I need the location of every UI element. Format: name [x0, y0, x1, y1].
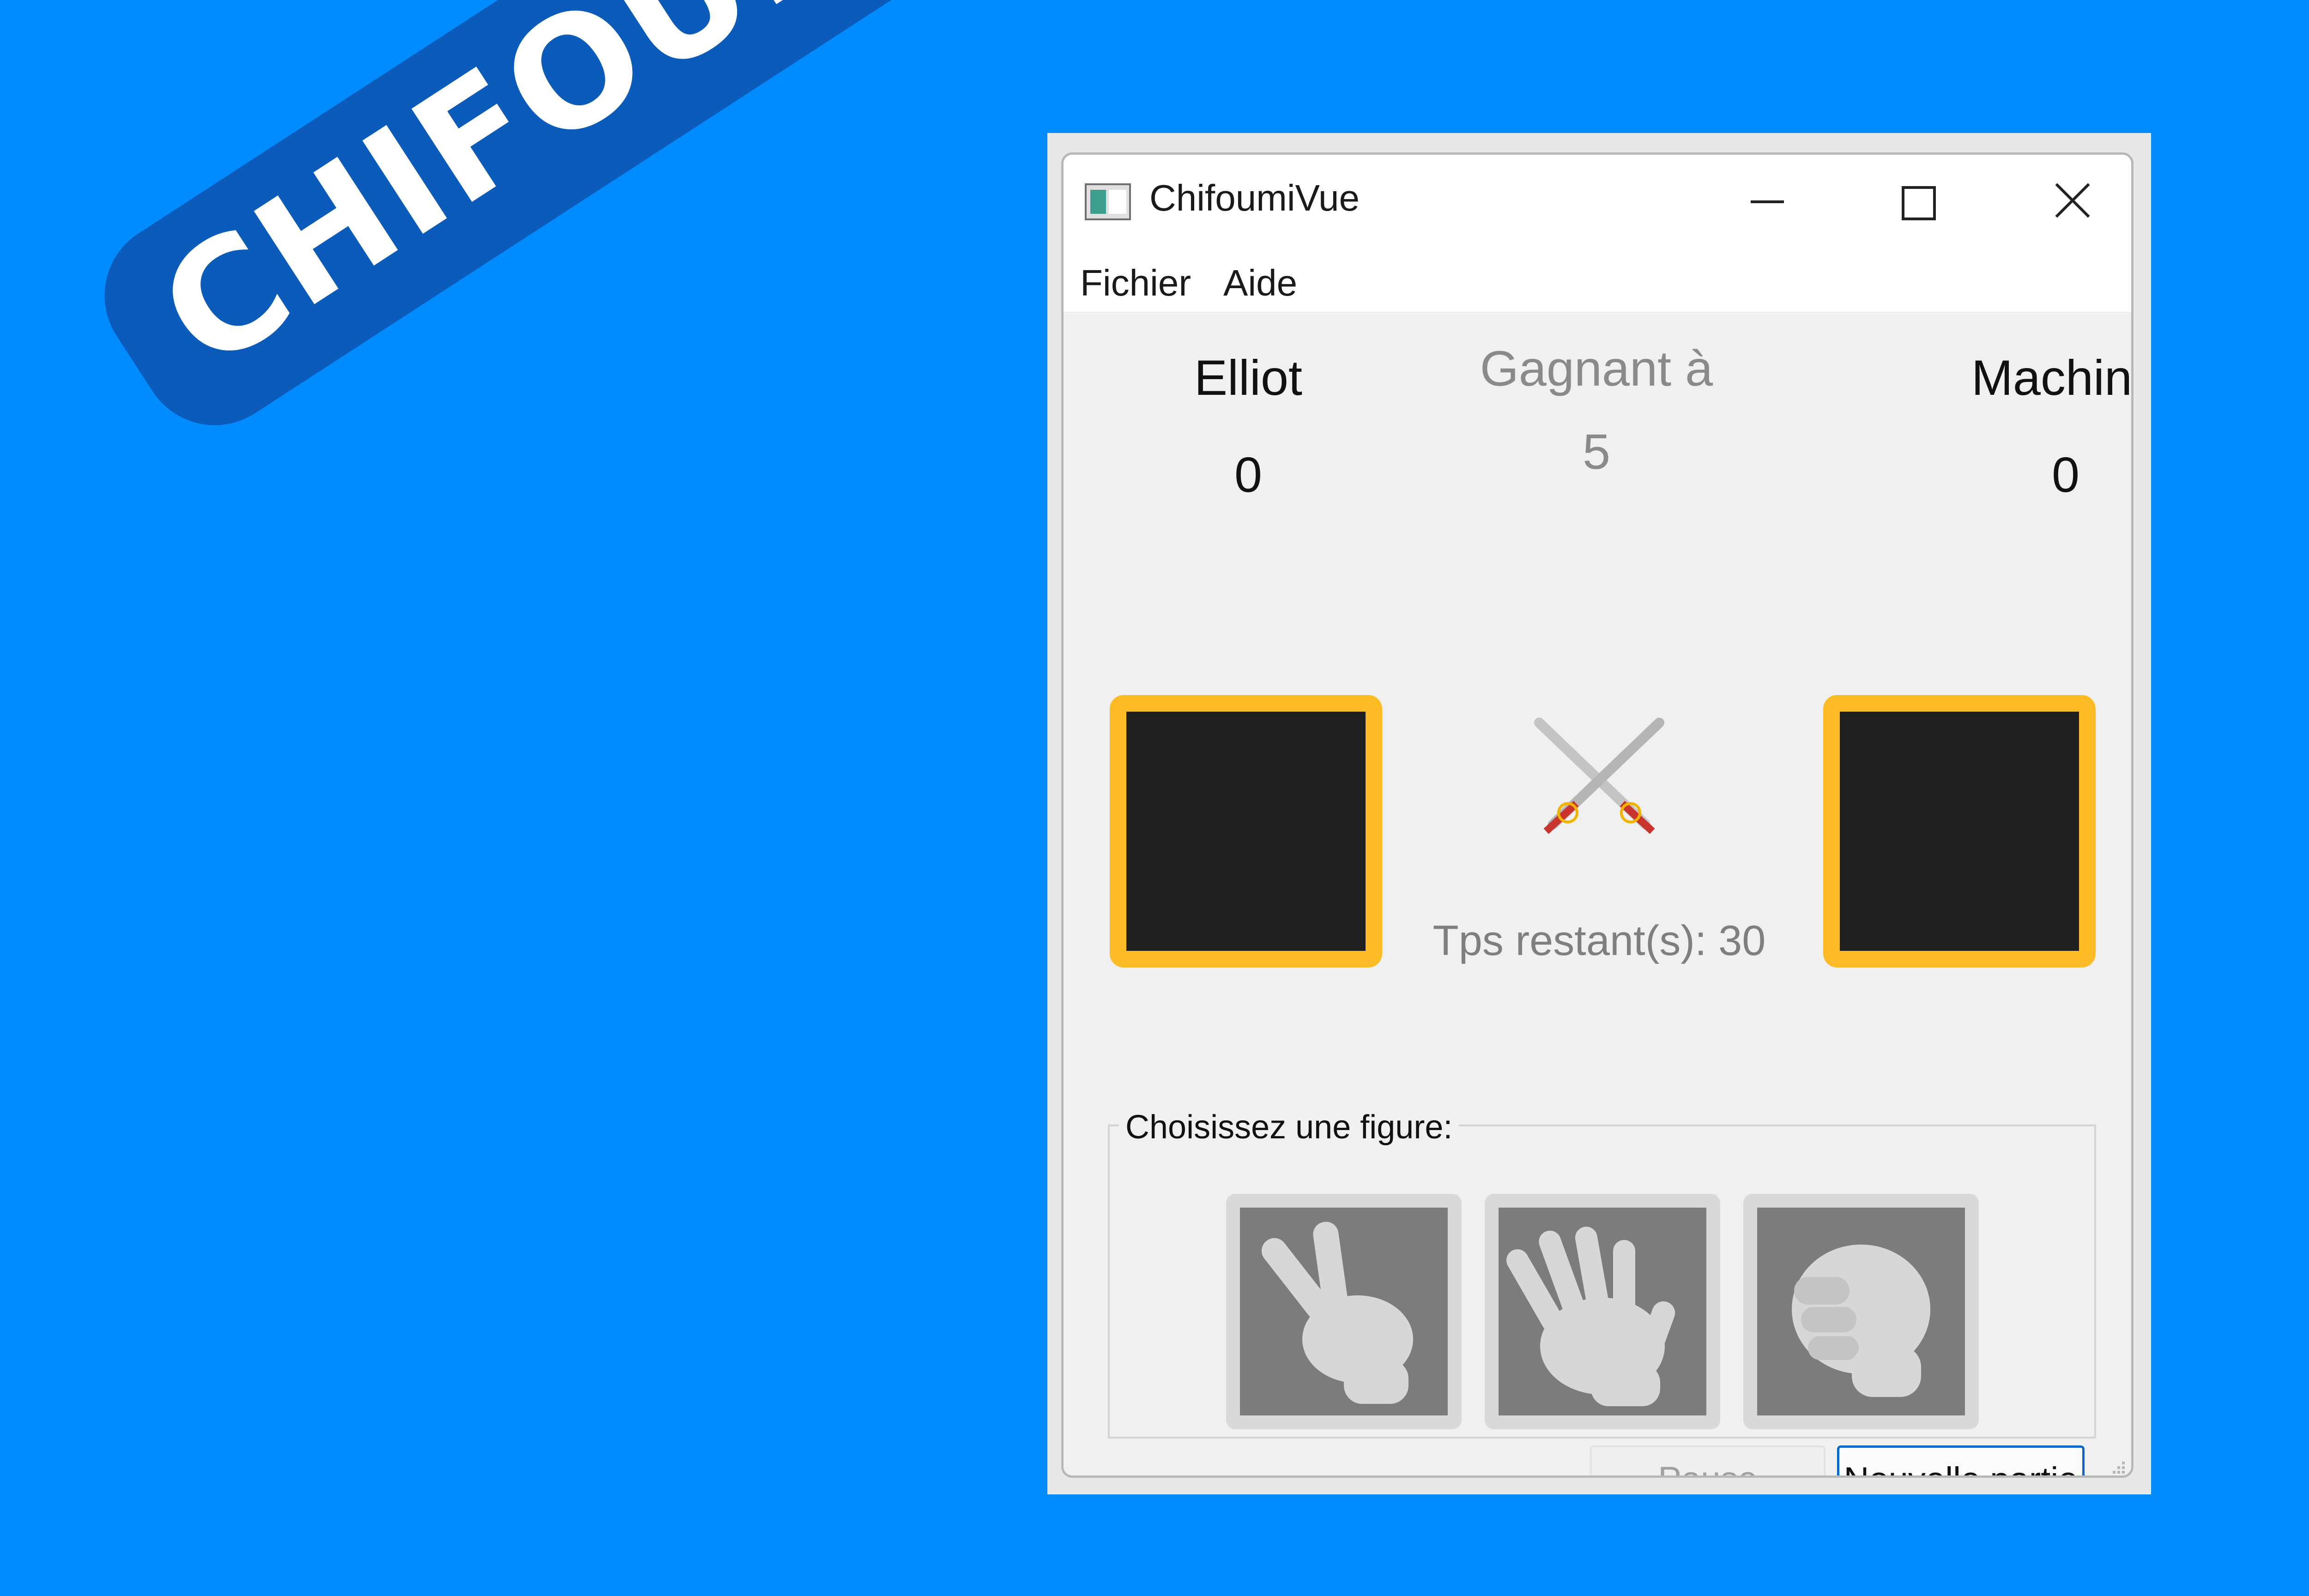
title-bar[interactable]: ChifoumiVue: [1064, 155, 2131, 247]
app-window: ChifoumiVue Fichier Aide Elliot 0 Gagnan…: [1061, 152, 2134, 1478]
crossed-swords-icon: [1534, 718, 1664, 834]
banner-title: CHIFOUMI: [83, 0, 1015, 447]
pause-button[interactable]: Pause: [1590, 1445, 1825, 1475]
timer-value: 30: [1718, 917, 1766, 964]
minimize-icon[interactable]: [1733, 169, 1798, 233]
scissors-button[interactable]: [1226, 1194, 1462, 1429]
menu-aide[interactable]: Aide: [1223, 262, 1297, 304]
new-game-button[interactable]: Nouvelle partie: [1837, 1445, 2085, 1475]
resize-grip-icon[interactable]: [2108, 1457, 2127, 1475]
machine-choice-frame: [1823, 695, 2096, 967]
timer-label: Tps restant(s): 30: [1391, 917, 1807, 965]
machine-name: Machine: [1971, 350, 2133, 405]
app-icon: [1085, 183, 1131, 220]
figure-group-label: Choisissez une figure:: [1119, 1108, 1459, 1146]
winning-label: Gagnant à: [1480, 340, 1713, 396]
paper-button[interactable]: [1485, 1194, 1720, 1429]
banner: CHIFOUMI: [83, 0, 1015, 447]
close-icon[interactable]: [2040, 169, 2105, 233]
player-name: Elliot: [1194, 350, 1303, 405]
maximize-icon[interactable]: [1886, 169, 1950, 233]
window-title: ChifoumiVue: [1149, 177, 1360, 218]
timer-text: Tps restant(s):: [1433, 917, 1707, 964]
winning-value: 5: [1582, 423, 1611, 479]
scissors-hand-icon: [1261, 1221, 1413, 1404]
player-score: 0: [1234, 447, 1263, 502]
player-choice-frame: [1110, 695, 1382, 967]
rock-fist-icon: [1792, 1245, 1930, 1397]
game-area: Elliot 0 Gagnant à 5 Machine 0 Tps resta…: [1064, 312, 2133, 1475]
menu-fichier[interactable]: Fichier: [1080, 262, 1191, 304]
paper-hand-icon: [1506, 1227, 1675, 1406]
machine-score: 0: [2051, 447, 2080, 502]
rock-button[interactable]: [1743, 1194, 1979, 1429]
